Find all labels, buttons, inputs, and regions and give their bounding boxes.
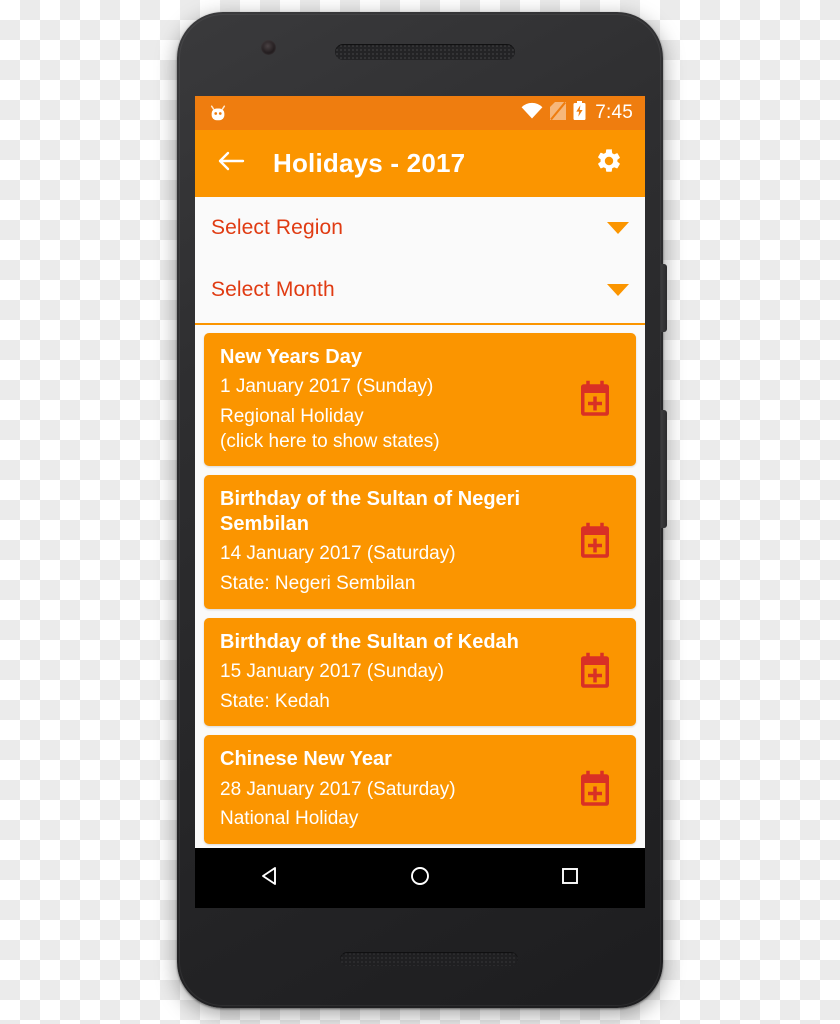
holiday-card-text: Chinese New Year 28 January 2017 (Saturd… <box>220 747 574 832</box>
holiday-card-text: Birthday of the Sultan of Kedah 15 Janua… <box>220 630 574 715</box>
volume-button[interactable] <box>661 410 667 528</box>
holiday-date: 28 January 2017 (Saturday) <box>220 778 456 800</box>
chevron-down-icon <box>607 284 629 296</box>
holiday-card-text: Birthday of the Sultan of Negeri Sembila… <box>220 487 574 596</box>
app-bar: Holidays - 2017 <box>195 130 645 197</box>
chevron-down-icon <box>607 222 629 234</box>
no-sim-icon <box>550 101 567 125</box>
arrow-back-icon <box>217 149 245 178</box>
holiday-meta: State: Kedah <box>220 690 330 712</box>
back-button[interactable] <box>211 144 251 184</box>
holiday-name: Birthday of the Sultan of Negeri Sembila… <box>220 488 521 535</box>
power-button[interactable] <box>661 264 667 332</box>
nav-back-button[interactable] <box>238 854 302 902</box>
status-bar-clock: 7:45 <box>595 102 633 123</box>
android-head-icon <box>207 103 229 123</box>
holiday-date: 15 January 2017 (Sunday) <box>220 661 444 682</box>
select-month-spinner[interactable]: Select Month <box>195 259 645 321</box>
recents-square-icon <box>559 865 581 892</box>
holiday-date: 14 January 2017 (Saturday) <box>220 543 456 565</box>
back-triangle-icon <box>259 865 281 892</box>
home-circle-icon <box>409 865 431 892</box>
gear-icon <box>595 147 623 180</box>
holiday-meta: National Holiday <box>220 808 359 830</box>
settings-button[interactable] <box>589 144 629 184</box>
holiday-card[interactable]: Birthday of the Sultan of Negeri Sembila… <box>204 475 636 609</box>
holiday-name: Chinese New Year <box>220 748 392 771</box>
holiday-date: 1 January 2017 (Sunday) <box>220 376 434 398</box>
select-month-label: Select Month <box>211 278 335 301</box>
calendar-add-icon[interactable] <box>574 769 616 811</box>
calendar-add-icon[interactable] <box>574 521 616 563</box>
select-region-label: Select Region <box>211 216 344 239</box>
front-camera-icon <box>261 40 276 55</box>
status-icons-group: 7:45 <box>521 101 633 125</box>
wifi-icon <box>521 102 543 124</box>
battery-charging-icon <box>573 101 586 125</box>
filters-section: Select Region Select Month <box>195 197 645 325</box>
holiday-card[interactable]: New Years Day 1 January 2017 (Sunday) Re… <box>204 333 636 467</box>
holiday-name: New Years Day <box>220 346 362 368</box>
android-navigation-bar <box>195 848 645 908</box>
holiday-meta[interactable]: Regional Holiday (click here to show sta… <box>220 405 566 454</box>
holiday-card[interactable]: Birthday of the Sultan of Kedah 15 Janua… <box>204 617 636 727</box>
nav-home-button[interactable] <box>388 854 452 902</box>
phone-device: 7:45 Holidays - 2017 Select Region Selec… <box>177 12 667 1008</box>
page-title: Holidays - 2017 <box>273 148 466 178</box>
earpiece-speaker <box>335 44 515 60</box>
holiday-card[interactable]: Chinese New Year 28 January 2017 (Saturd… <box>204 735 636 845</box>
calendar-add-icon[interactable] <box>574 379 616 421</box>
nav-recents-button[interactable] <box>538 854 602 902</box>
select-region-spinner[interactable]: Select Region <box>195 197 645 259</box>
bottom-speaker <box>340 952 518 966</box>
holiday-list[interactable]: New Years Day 1 January 2017 (Sunday) Re… <box>195 325 645 846</box>
holiday-name: Birthday of the Sultan of Kedah <box>220 630 519 653</box>
status-bar: 7:45 <box>195 96 645 130</box>
holiday-card-text: New Years Day 1 January 2017 (Sunday) Re… <box>220 345 574 454</box>
calendar-add-icon[interactable] <box>574 651 616 693</box>
phone-screen: 7:45 Holidays - 2017 Select Region Selec… <box>195 96 645 908</box>
holiday-meta: State: Negeri Sembilan <box>220 572 416 594</box>
